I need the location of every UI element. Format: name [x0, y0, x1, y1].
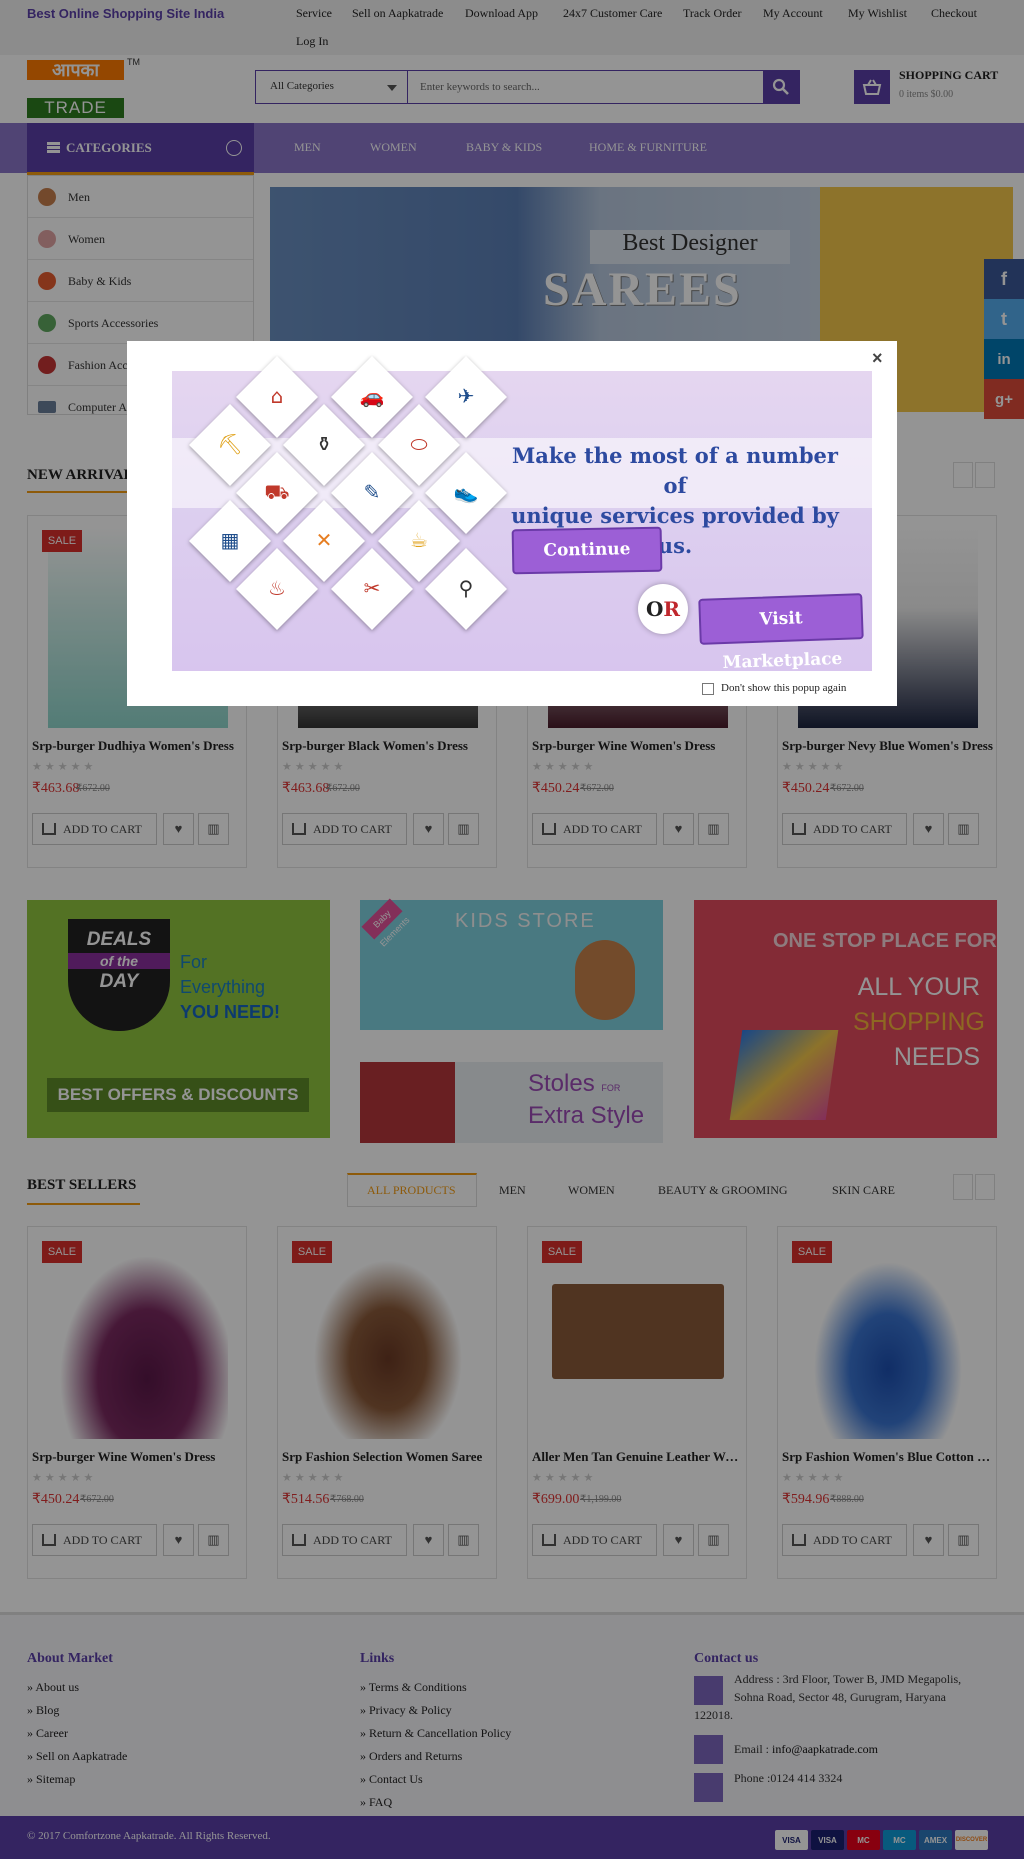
car-icon: 🚗: [359, 384, 385, 408]
food-icon: ✕: [315, 528, 333, 552]
shoe-icon: 👟: [453, 480, 479, 504]
plane-icon: ✈: [457, 384, 475, 408]
close-icon[interactable]: ×: [872, 348, 883, 369]
truck-icon: ⛟: [264, 480, 290, 504]
dont-show-checkbox[interactable]: [702, 683, 714, 695]
dont-show-label[interactable]: Don't show this popup again: [721, 682, 846, 694]
beer-icon: ☕: [410, 528, 428, 552]
continue-button[interactable]: Continue: [511, 526, 663, 575]
page: Best Online Shopping Site India Service …: [0, 0, 1024, 1859]
visit-marketplace-button[interactable]: Visit Marketplace: [698, 593, 864, 673]
hotel-icon: ▦: [220, 528, 240, 552]
student-icon: ✎: [363, 480, 381, 504]
modal-overlay[interactable]: [0, 0, 1024, 1859]
tower-icon: ⚲: [458, 576, 474, 600]
medicine-icon: ⬭: [410, 432, 428, 456]
or-badge: OR: [638, 584, 688, 634]
house-icon: ⌂: [270, 384, 284, 408]
cupcake-icon: ♨: [268, 576, 286, 600]
grocery-icon: ⚱: [315, 432, 333, 456]
excavator-icon: ⛏: [217, 432, 243, 456]
tailor-icon: ✂: [363, 576, 381, 600]
